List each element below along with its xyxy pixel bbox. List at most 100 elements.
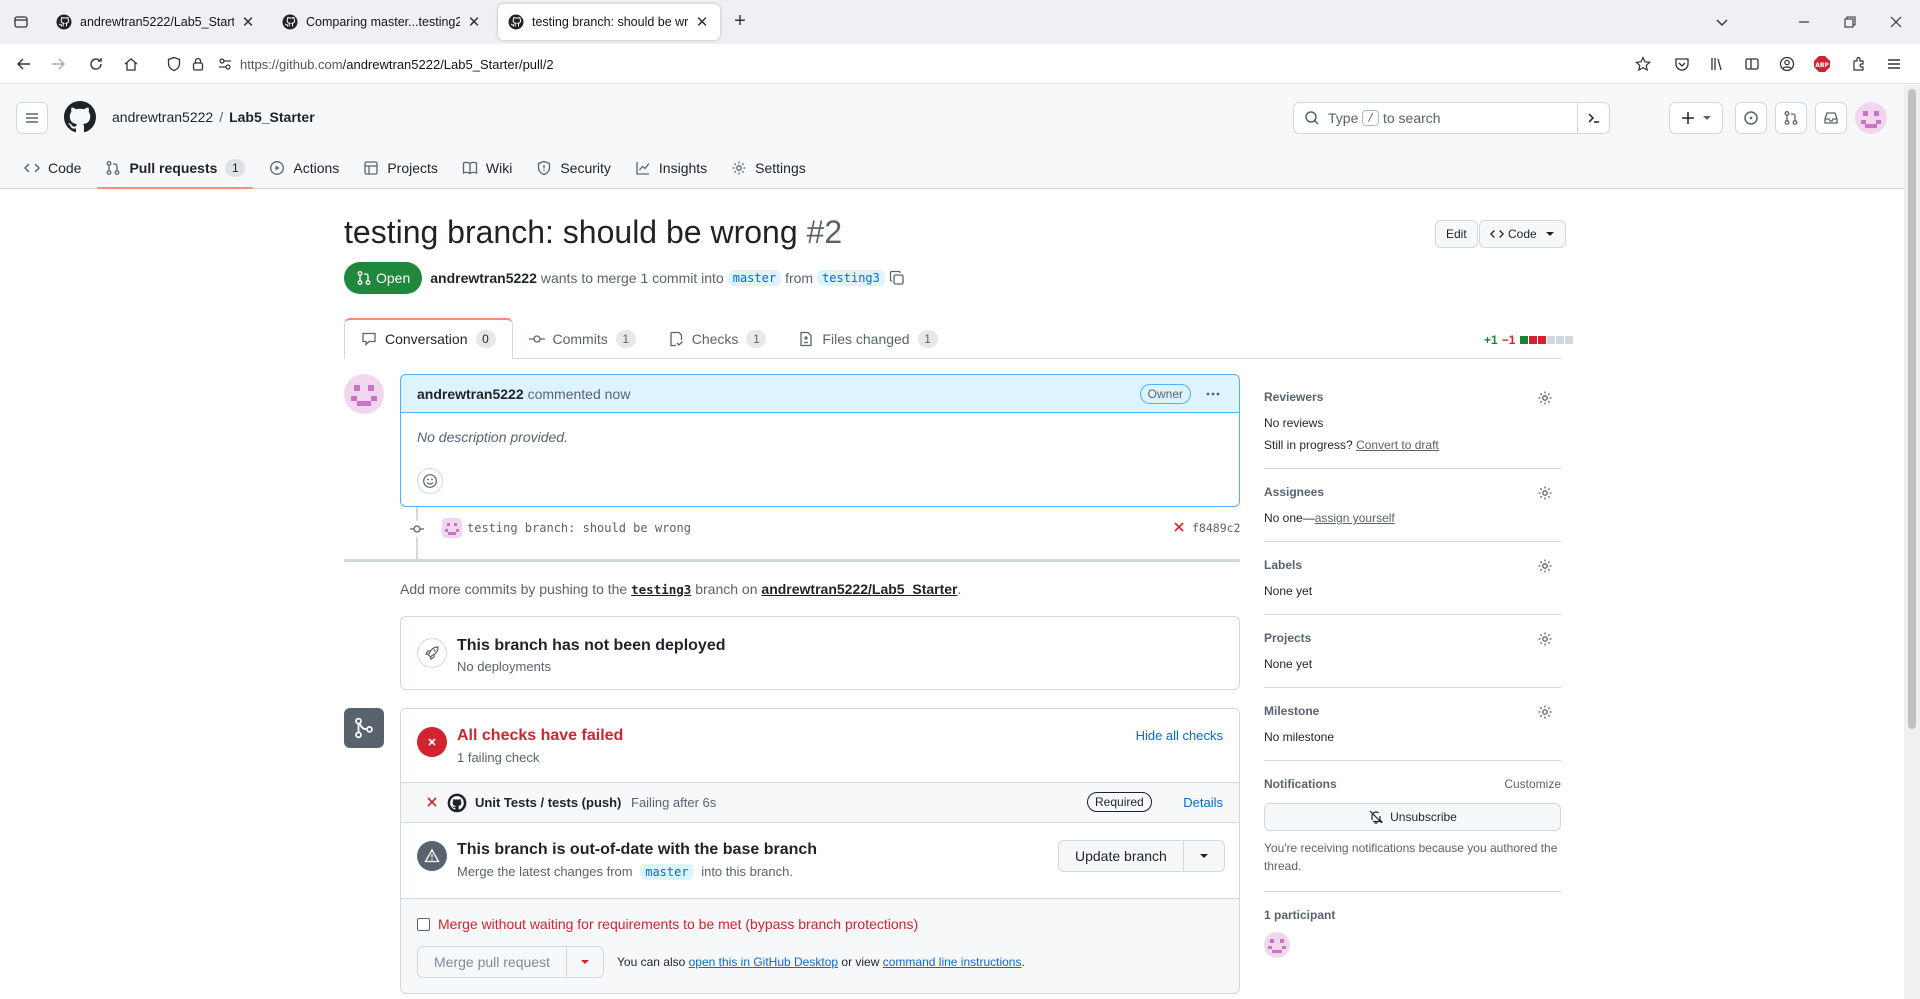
merge-pull-request-button[interactable]: Merge pull request [418,947,567,977]
x-icon[interactable] [1172,520,1186,534]
repo-tab-wiki[interactable]: Wiki [454,147,520,189]
gear-icon[interactable] [1537,631,1553,647]
extensions-icon[interactable] [1847,52,1871,76]
assign-yourself-link[interactable]: assign yourself [1315,511,1395,525]
inbox-icon[interactable] [1815,102,1847,134]
tab-list-icon[interactable] [8,9,34,35]
kebab-menu-icon[interactable] [1203,384,1223,404]
close-window-icon[interactable] [1882,8,1910,36]
owner-badge: Owner [1139,384,1191,404]
commit-message-link[interactable]: testing branch: should be wrong [467,521,691,535]
global-menu-icon[interactable] [16,102,48,134]
comment-author[interactable]: andrewtran5222 [417,386,524,402]
tab-files-changed[interactable]: Files changed 1 [782,318,953,359]
repo-tab-actions[interactable]: Actions [261,147,347,189]
outdated-base-branch[interactable]: master [640,864,694,880]
github-desktop-link[interactable]: open this in GitHub Desktop [689,955,838,969]
account-icon[interactable] [1775,52,1799,76]
base-branch[interactable]: master [727,270,782,286]
bypass-checkbox-label[interactable]: Merge without waiting for requirements t… [417,916,918,932]
repo-tab-code[interactable]: Code [16,147,89,189]
shield-icon [538,160,551,176]
browser-tab-repo[interactable]: andrewtran5222/Lab5_Starter ✕ [46,4,266,40]
github-logo-icon[interactable] [64,101,96,136]
repo-link[interactable]: Lab5_Starter [229,109,315,125]
code-button[interactable]: Code [1479,220,1566,248]
commit-author-avatar[interactable] [442,518,462,538]
tab-checks[interactable]: Checks 1 [652,318,783,359]
gear-icon[interactable] [1537,704,1553,720]
update-branch-button[interactable]: Update branch [1059,841,1184,871]
hide-all-checks-link[interactable]: Hide all checks [1136,728,1223,743]
pocket-icon[interactable] [1670,52,1694,76]
hint-repo-link[interactable]: andrewtran5222/Lab5_Starter [761,581,957,597]
merge-method-dropdown[interactable] [567,947,603,977]
bookmark-star-icon[interactable] [1631,52,1655,76]
scrollbar-thumb[interactable] [1908,89,1916,729]
page-scrollbar[interactable] [1904,85,1920,999]
reload-icon[interactable] [84,52,108,76]
repo-tab-settings[interactable]: Settings [723,147,814,189]
browser-tab-compare[interactable]: Comparing master...testing2 · a ✕ [272,4,492,40]
close-tab-icon[interactable]: ✕ [240,13,256,31]
comment-timestamp[interactable]: commented now [528,386,631,402]
pull-requests-icon[interactable] [1775,102,1807,134]
browser-tab-pr[interactable]: testing branch: should be wron ✕ [498,4,720,40]
tab-conversation[interactable]: Conversation 0 [344,318,513,359]
close-tab-icon[interactable]: ✕ [466,13,482,31]
library-icon[interactable] [1705,52,1729,76]
repo-tab-pull-requests[interactable]: Pull requests 1 [97,147,254,189]
gear-icon[interactable] [1537,390,1553,406]
check-name[interactable]: Unit Tests / tests (push) [475,795,621,810]
participant-avatar[interactable] [1264,932,1290,958]
restore-icon[interactable] [1836,8,1864,36]
search-input[interactable]: Type / to search [1293,102,1610,134]
address-bar[interactable]: https://github.com/andrewtran5222/Lab5_S… [240,48,1665,80]
close-tab-icon[interactable]: ✕ [694,13,710,31]
copy-icon[interactable] [889,270,905,286]
customize-notifications-link[interactable]: Customize [1504,777,1561,791]
cli-instructions-link[interactable]: command line instructions [883,955,1022,969]
back-icon[interactable] [12,52,36,76]
diffstat-square [1565,336,1574,344]
user-avatar[interactable] [1855,102,1887,134]
app-menu-icon[interactable] [1882,52,1906,76]
check-details-link[interactable]: Details [1183,795,1223,810]
tab-title: Comparing master...testing2 · a [306,15,460,29]
create-new-button[interactable] [1669,102,1723,134]
commit-sha-link[interactable]: f8489c2 [1192,521,1240,535]
list-all-tabs-icon[interactable] [1708,8,1736,36]
gear-icon[interactable] [1537,485,1553,501]
adblock-icon[interactable]: ABP [1810,52,1834,76]
convert-to-draft-link[interactable]: Convert to draft [1356,438,1439,452]
bypass-checkbox[interactable] [417,917,430,931]
issues-icon[interactable] [1735,102,1767,134]
unsubscribe-button[interactable]: Unsubscribe [1264,803,1561,831]
pr-author-link[interactable]: andrewtran5222 [430,270,537,286]
gear-icon[interactable] [1537,558,1553,574]
checks-title: All checks have failed [457,727,624,744]
edit-button[interactable]: Edit [1435,220,1478,248]
repo-tab-insights[interactable]: Insights [627,147,715,189]
repo-tab-projects[interactable]: Projects [355,147,446,189]
forward-icon[interactable] [46,52,70,76]
code-icon [1490,230,1504,238]
lock-icon[interactable] [186,52,210,76]
head-branch[interactable]: testing3 [817,270,885,286]
minimize-icon[interactable] [1790,8,1818,36]
diffstat-square [1520,336,1529,344]
add-reaction-icon[interactable] [417,468,443,494]
command-palette-icon[interactable] [1577,103,1609,133]
home-icon[interactable] [119,52,143,76]
checklist-icon [670,331,683,346]
update-branch-dropdown[interactable] [1184,841,1224,871]
sidebar-toggle-icon[interactable] [1740,52,1764,76]
git-merge-icon [344,708,384,748]
tab-commits[interactable]: Commits 1 [513,318,652,359]
tracking-protection-icon[interactable] [162,52,186,76]
permissions-icon[interactable] [213,52,237,76]
owner-link[interactable]: andrewtran5222 [112,109,213,125]
comment-author-avatar[interactable] [344,374,384,414]
new-tab-icon[interactable]: + [728,10,752,34]
repo-tab-security[interactable]: Security [528,147,619,189]
